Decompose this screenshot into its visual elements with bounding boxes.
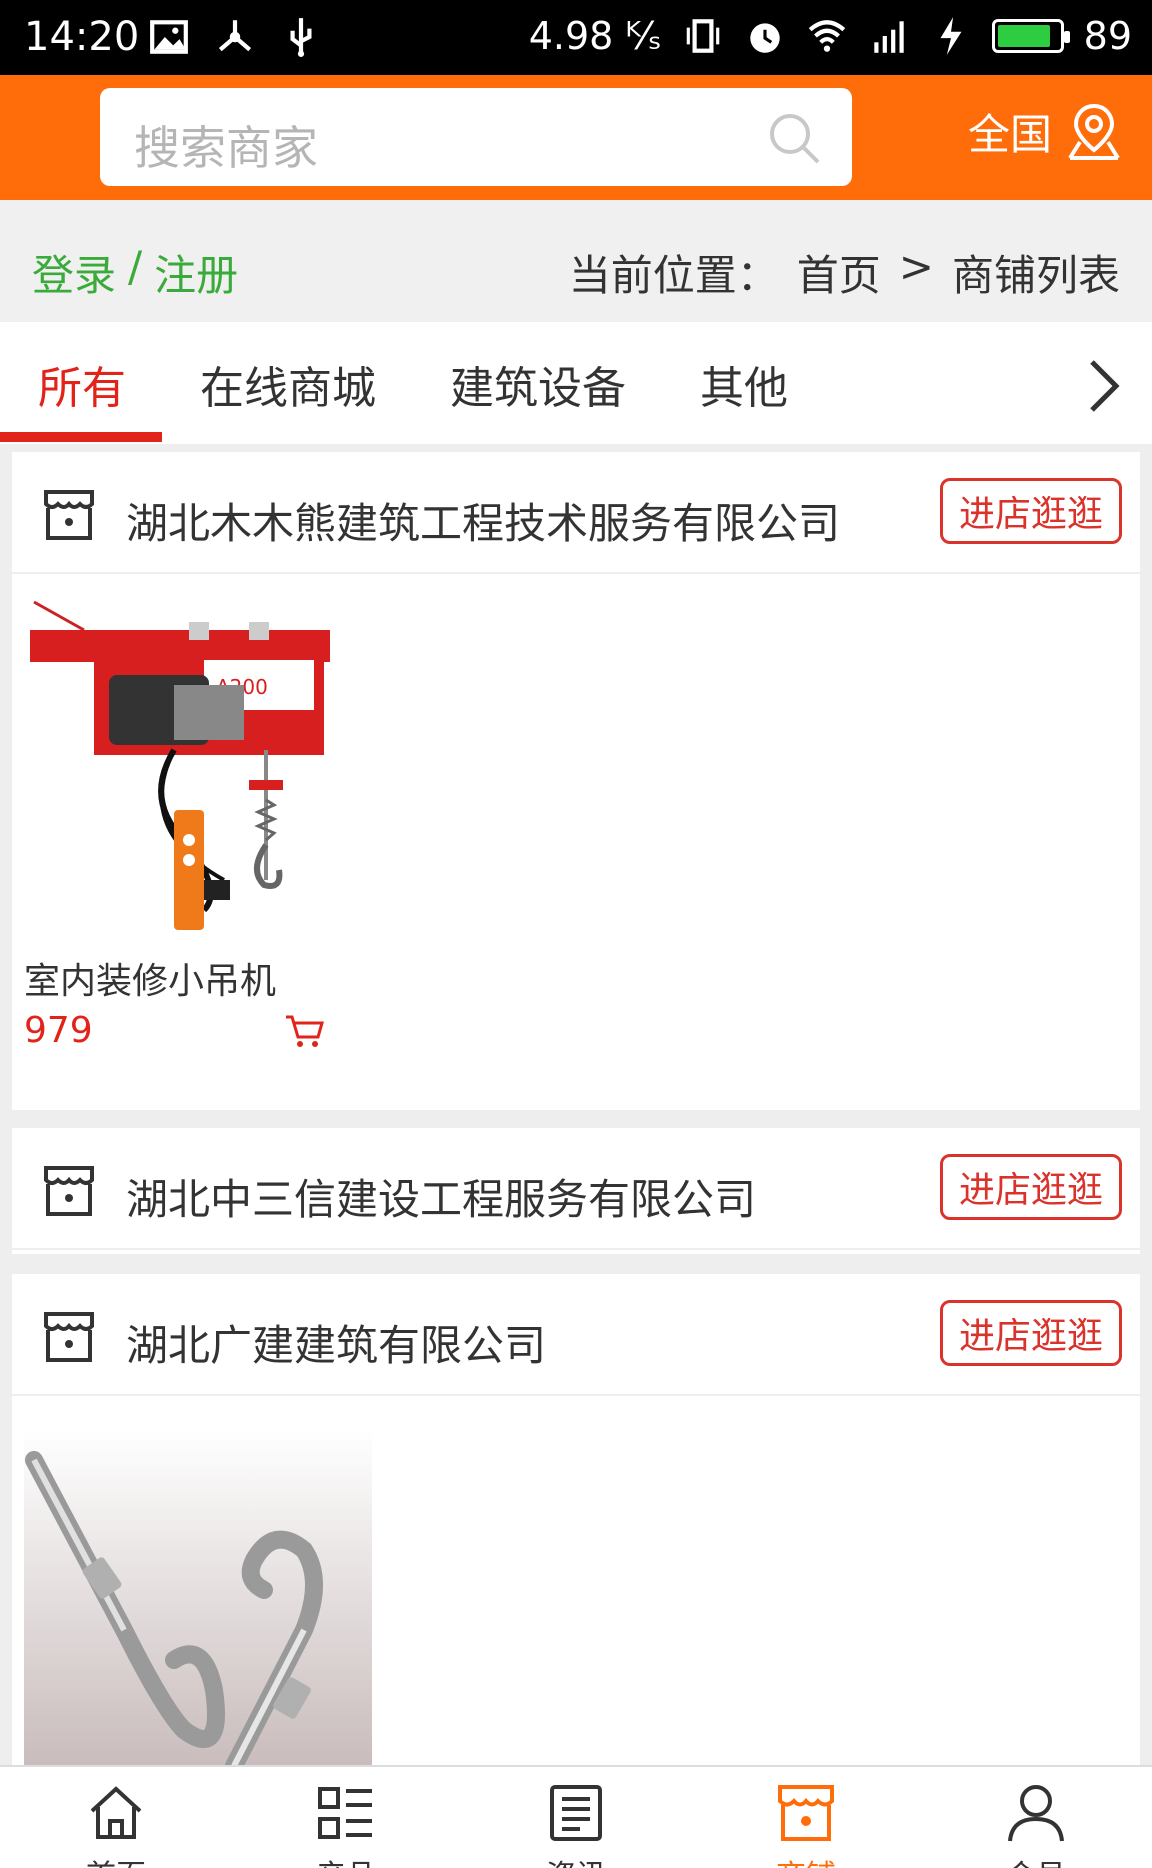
- signal-icon: [873, 21, 904, 53]
- nav-news[interactable]: 资讯: [496, 1781, 656, 1868]
- nav-shops-label: 商铺: [726, 1851, 886, 1868]
- login-separator: /: [128, 242, 143, 291]
- nav-news-label: 资讯: [496, 1851, 656, 1868]
- battery-indicator: [991, 19, 1070, 53]
- shop-card: 湖北广建建筑有限公司 进店逛逛: [12, 1274, 1140, 1775]
- shop-name[interactable]: 湖北木木熊建筑工程技术服务有限公司: [126, 490, 840, 551]
- region-label: 全国: [967, 110, 1052, 159]
- image-icon: [150, 20, 188, 54]
- product-image-hooks[interactable]: [24, 1430, 372, 1775]
- alarm-icon: [749, 23, 780, 53]
- wifi-icon: [808, 20, 845, 52]
- status-time: 14:20: [24, 14, 140, 60]
- search-placeholder: 搜索商家: [134, 121, 318, 175]
- active-tab-indicator: [0, 432, 162, 442]
- user-icon: [1008, 1785, 1064, 1842]
- home-icon: [90, 1786, 142, 1839]
- region-selector[interactable]: 全国: [968, 101, 1122, 162]
- nav-home[interactable]: 首页: [36, 1781, 196, 1868]
- news-icon: [550, 1785, 602, 1841]
- nav-member[interactable]: 会员: [956, 1781, 1116, 1868]
- enter-shop-button[interactable]: 进店逛逛: [940, 478, 1122, 544]
- vibrate-icon: [686, 19, 719, 53]
- cart-icon[interactable]: [284, 1013, 324, 1049]
- category-tabs: 所有 在线商城 建筑设备 其他: [0, 322, 1152, 444]
- search-box[interactable]: 搜索商家: [100, 88, 852, 186]
- nav-home-label: 首页: [36, 1851, 196, 1868]
- tab-all[interactable]: 所有: [38, 352, 126, 416]
- breadcrumb-arrow: >: [898, 242, 934, 291]
- status-bar: 14:20 4.98 ᴷ⁄ₛ 89: [0, 0, 1152, 75]
- enter-shop-button[interactable]: 进店逛逛: [940, 1154, 1122, 1220]
- nav-shops[interactable]: 商铺: [726, 1781, 886, 1868]
- store-icon: [778, 1785, 834, 1841]
- shop-name[interactable]: 湖北中三信建设工程服务有限公司: [126, 1166, 756, 1227]
- charging-icon: [940, 17, 962, 55]
- app-header: 搜索商家 全国: [0, 75, 1152, 200]
- product-name[interactable]: 室内装修小吊机: [24, 952, 364, 1004]
- bottom-navigation: 首页 产品 资讯 商铺 会员: [0, 1765, 1152, 1868]
- product-card[interactable]: [24, 1430, 372, 1775]
- network-speed: 4.98 ᴷ⁄ₛ: [528, 14, 662, 58]
- login-link[interactable]: 登录: [32, 242, 116, 303]
- shop-name[interactable]: 湖北广建建筑有限公司: [126, 1312, 546, 1373]
- nav-products[interactable]: 产品: [266, 1781, 426, 1868]
- enter-shop-button[interactable]: 进店逛逛: [940, 1300, 1122, 1366]
- tab-online-mall[interactable]: 在线商城: [200, 352, 376, 416]
- usb-debug-icon: [218, 20, 252, 52]
- location-pin-icon: [1068, 103, 1120, 160]
- breadcrumb-current: 商铺列表: [951, 251, 1120, 300]
- breadcrumb: 当前位置： 首页 > 商铺列表: [569, 242, 1120, 303]
- shop-card: 湖北中三信建设工程服务有限公司 进店逛逛: [12, 1128, 1140, 1254]
- tab-construction-equipment[interactable]: 建筑设备: [450, 352, 626, 416]
- search-icon[interactable]: [766, 110, 822, 166]
- nav-member-label: 会员: [956, 1851, 1116, 1868]
- store-icon: [44, 1312, 94, 1362]
- store-icon: [44, 1166, 94, 1216]
- store-icon: [44, 490, 94, 540]
- product-image-hoist[interactable]: A200: [24, 600, 344, 948]
- shop-card: 湖北木木熊建筑工程技术服务有限公司 进店逛逛 A200 室内装修小吊机: [12, 452, 1140, 1110]
- product-price: 979: [24, 1010, 93, 1051]
- tab-other[interactable]: 其他: [700, 352, 788, 416]
- breadcrumb-home[interactable]: 首页: [797, 242, 881, 303]
- breadcrumb-prefix: 当前位置：: [568, 251, 779, 300]
- login-breadcrumb-row: 登录 / 注册 当前位置： 首页 > 商铺列表: [0, 200, 1152, 322]
- usb-icon: [290, 18, 312, 57]
- grid-list-icon: [318, 1787, 372, 1839]
- chevron-right-icon[interactable]: [1082, 356, 1126, 416]
- product-card[interactable]: A200 室内装修小吊机 979: [24, 600, 364, 1051]
- register-link[interactable]: 注册: [154, 242, 238, 303]
- battery-percent: 89: [1083, 14, 1132, 58]
- nav-products-label: 产品: [266, 1851, 426, 1868]
